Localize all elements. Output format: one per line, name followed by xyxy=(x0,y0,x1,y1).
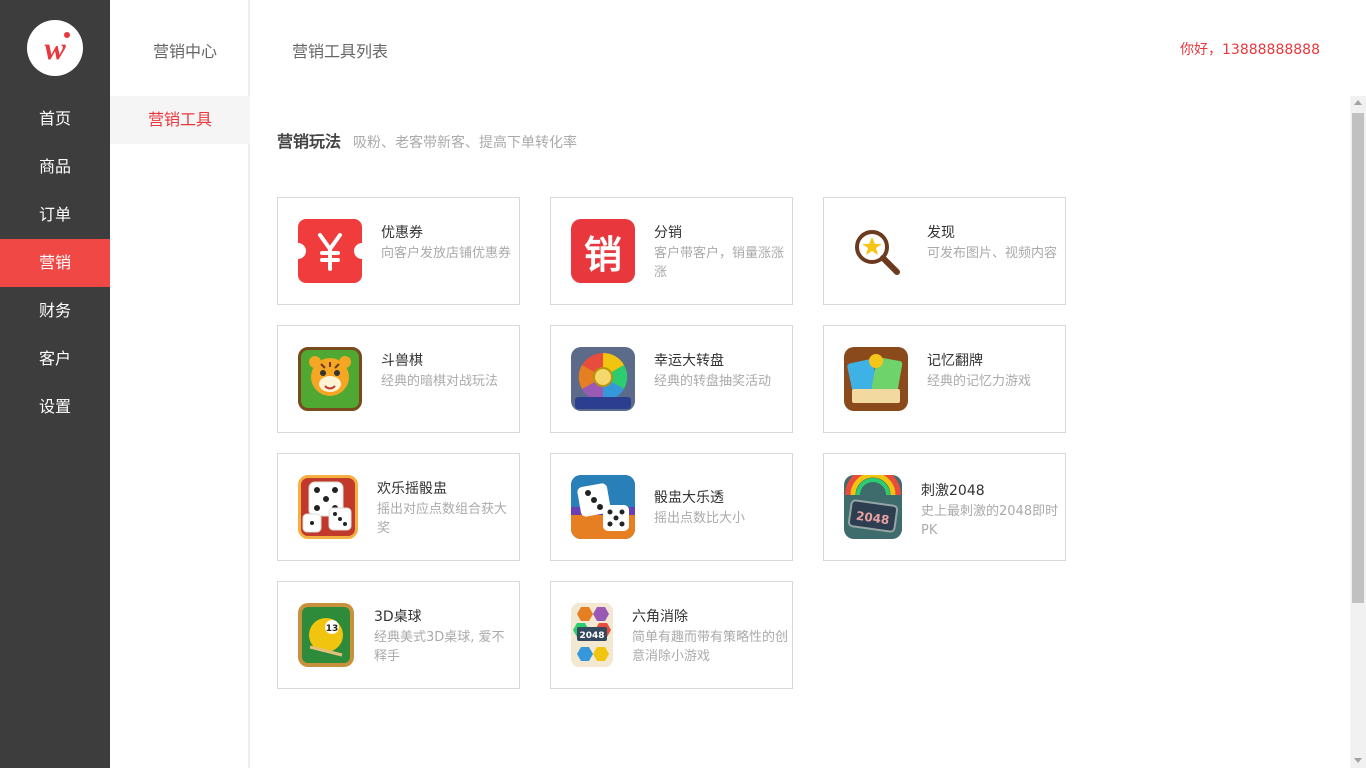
tool-description: 向客户发放店铺优惠券 xyxy=(381,246,512,261)
tool-description: 经典美式3D桌球, 爱不释手 xyxy=(374,630,505,664)
nav-item-products[interactable]: 商品 xyxy=(0,143,110,191)
tool-name: 优惠券 xyxy=(381,225,423,241)
tool-description: 简单有趣而带有策略性的创意消除小游戏 xyxy=(632,630,789,664)
page-title: 营销工具列表 xyxy=(292,42,389,61)
billiards-icon: 13 xyxy=(298,603,354,667)
hexagon-eliminate-icon: 2048 xyxy=(571,603,613,667)
nav-item-finance[interactable]: 财务 xyxy=(0,287,110,335)
subnav-title: 营销中心 xyxy=(152,42,217,61)
main-nav: 首页 商品 订单 营销 财务 客户 设置 xyxy=(0,95,110,431)
tool-card-text: 斗兽棋 经典的暗棋对战玩法 xyxy=(381,350,518,391)
tool-name: 3D桌球 xyxy=(374,609,422,625)
tool-card-dice-lotto[interactable]: 骰盅大乐透 摇出点数比大小 xyxy=(550,453,793,561)
distribution-icon-glyph: 销 xyxy=(583,232,622,277)
scrollbar-thumb[interactable] xyxy=(1352,113,1364,603)
section-title: 营销玩法 xyxy=(277,132,342,151)
vertical-scrollbar[interactable] xyxy=(1350,96,1366,768)
tool-description: 经典的转盘抽奖活动 xyxy=(654,374,772,389)
tool-name: 幸运大转盘 xyxy=(654,353,724,369)
nav-item-customers[interactable]: 客户 xyxy=(0,335,110,383)
nav-item-marketing[interactable]: 营销 xyxy=(0,239,110,287)
section-header: 营销玩法 吸粉、老客带新客、提高下单转化率 xyxy=(277,128,577,152)
secondary-sidebar: 营销中心 营销工具 xyxy=(110,0,250,768)
nav-item-settings[interactable]: 设置 xyxy=(0,383,110,431)
tool-description: 摇出对应点数组合获大奖 xyxy=(377,502,508,536)
tool-name: 分销 xyxy=(654,225,682,241)
scroll-up-arrow-icon[interactable] xyxy=(1354,100,1362,105)
tool-card-dice-cup[interactable]: 欢乐摇骰盅 摇出对应点数组合获大奖 xyxy=(277,453,520,561)
tool-card-coupon[interactable]: 优惠券 向客户发放店铺优惠券 xyxy=(277,197,520,305)
tool-card-hexagon[interactable]: 2048 六角消除 简单有趣而带有策略性的创意消除小游戏 xyxy=(550,581,793,689)
tool-card-distribution[interactable]: 销 分销 客户带客户，销量涨涨涨 xyxy=(550,197,793,305)
tool-name: 刺激2048 xyxy=(921,483,985,499)
tool-card-text: 3D桌球 经典美式3D桌球, 爱不释手 xyxy=(374,606,511,666)
tool-name: 欢乐摇骰盅 xyxy=(377,481,447,497)
tool-card-animal-chess[interactable]: 斗兽棋 经典的暗棋对战玩法 xyxy=(277,325,520,433)
tool-name: 六角消除 xyxy=(632,609,688,625)
tool-card-lucky-wheel[interactable]: 幸运大转盘 经典的转盘抽奖活动 xyxy=(550,325,793,433)
hexagon-icon-label: 2048 xyxy=(579,631,604,641)
memory-cards-icon xyxy=(844,347,908,411)
nav-item-orders[interactable]: 订单 xyxy=(0,191,110,239)
lucky-wheel-icon xyxy=(571,347,635,411)
logo-dot xyxy=(64,32,70,38)
main-content: 营销玩法 吸粉、老客带新客、提高下单转化率 优惠券 向客户发放店铺优惠券 销 分… xyxy=(252,96,1350,768)
tool-card-text: 骰盅大乐透 摇出点数比大小 xyxy=(654,478,791,528)
tool-card-billiards[interactable]: 13 3D桌球 经典美式3D桌球, 爱不释手 xyxy=(277,581,520,689)
tool-description: 史上最刺激的2048即时PK xyxy=(921,504,1059,538)
tool-card-text: 优惠券 向客户发放店铺优惠券 xyxy=(381,222,518,263)
tool-card-discover[interactable]: 发现 可发布图片、视频内容 xyxy=(823,197,1066,305)
tool-name: 斗兽棋 xyxy=(381,353,423,369)
tool-card-2048[interactable]: 2048 刺激2048 史上最刺激的2048即时PK xyxy=(823,453,1066,561)
tool-description: 客户带客户，销量涨涨涨 xyxy=(654,246,785,280)
tool-name: 骰盅大乐透 xyxy=(654,490,724,506)
brand-logo[interactable]: w xyxy=(27,20,83,76)
dice-cup-icon xyxy=(298,475,358,539)
top-bar: 营销工具列表 你好，13888888888 xyxy=(252,0,1366,96)
subnav-item-marketing-tools[interactable]: 营销工具 xyxy=(110,96,250,144)
main-sidebar: w 首页 商品 订单 营销 财务 客户 设置 xyxy=(0,0,110,768)
billiards-icon-label: 13 xyxy=(326,624,339,634)
dice-lotto-icon xyxy=(571,475,635,539)
tool-card-text: 六角消除 简单有趣而带有策略性的创意消除小游戏 xyxy=(632,606,792,666)
tool-card-text: 分销 客户带客户，销量涨涨涨 xyxy=(654,222,791,282)
tool-card-text: 发现 可发布图片、视频内容 xyxy=(927,222,1064,263)
scroll-down-arrow-icon[interactable] xyxy=(1354,758,1362,763)
tool-description: 可发布图片、视频内容 xyxy=(927,246,1058,261)
user-greeting[interactable]: 你好，13888888888 xyxy=(1180,39,1320,59)
tool-card-text: 欢乐摇骰盅 摇出对应点数组合获大奖 xyxy=(377,478,514,538)
discover-magnifier-icon xyxy=(844,219,908,283)
distribution-icon: 销 xyxy=(571,219,635,283)
tool-card-memory-cards[interactable]: 记忆翻牌 经典的记忆力游戏 xyxy=(823,325,1066,433)
tool-card-text: 幸运大转盘 经典的转盘抽奖活动 xyxy=(654,350,791,391)
tool-description: 摇出点数比大小 xyxy=(654,511,746,526)
coupon-icon xyxy=(298,219,362,283)
nav-item-home[interactable]: 首页 xyxy=(0,95,110,143)
tiger-game-icon xyxy=(298,347,362,411)
logo-letter: w xyxy=(44,30,66,66)
section-description: 吸粉、老客带新客、提高下单转化率 xyxy=(353,135,578,151)
tool-description: 经典的记忆力游戏 xyxy=(927,374,1032,389)
tool-card-text: 刺激2048 史上最刺激的2048即时PK xyxy=(921,478,1066,540)
tool-name: 记忆翻牌 xyxy=(927,353,983,369)
tool-card-text: 记忆翻牌 经典的记忆力游戏 xyxy=(927,350,1064,391)
game-2048-icon: 2048 xyxy=(844,475,902,539)
tool-description: 经典的暗棋对战玩法 xyxy=(381,374,499,389)
tool-name: 发现 xyxy=(927,225,955,241)
